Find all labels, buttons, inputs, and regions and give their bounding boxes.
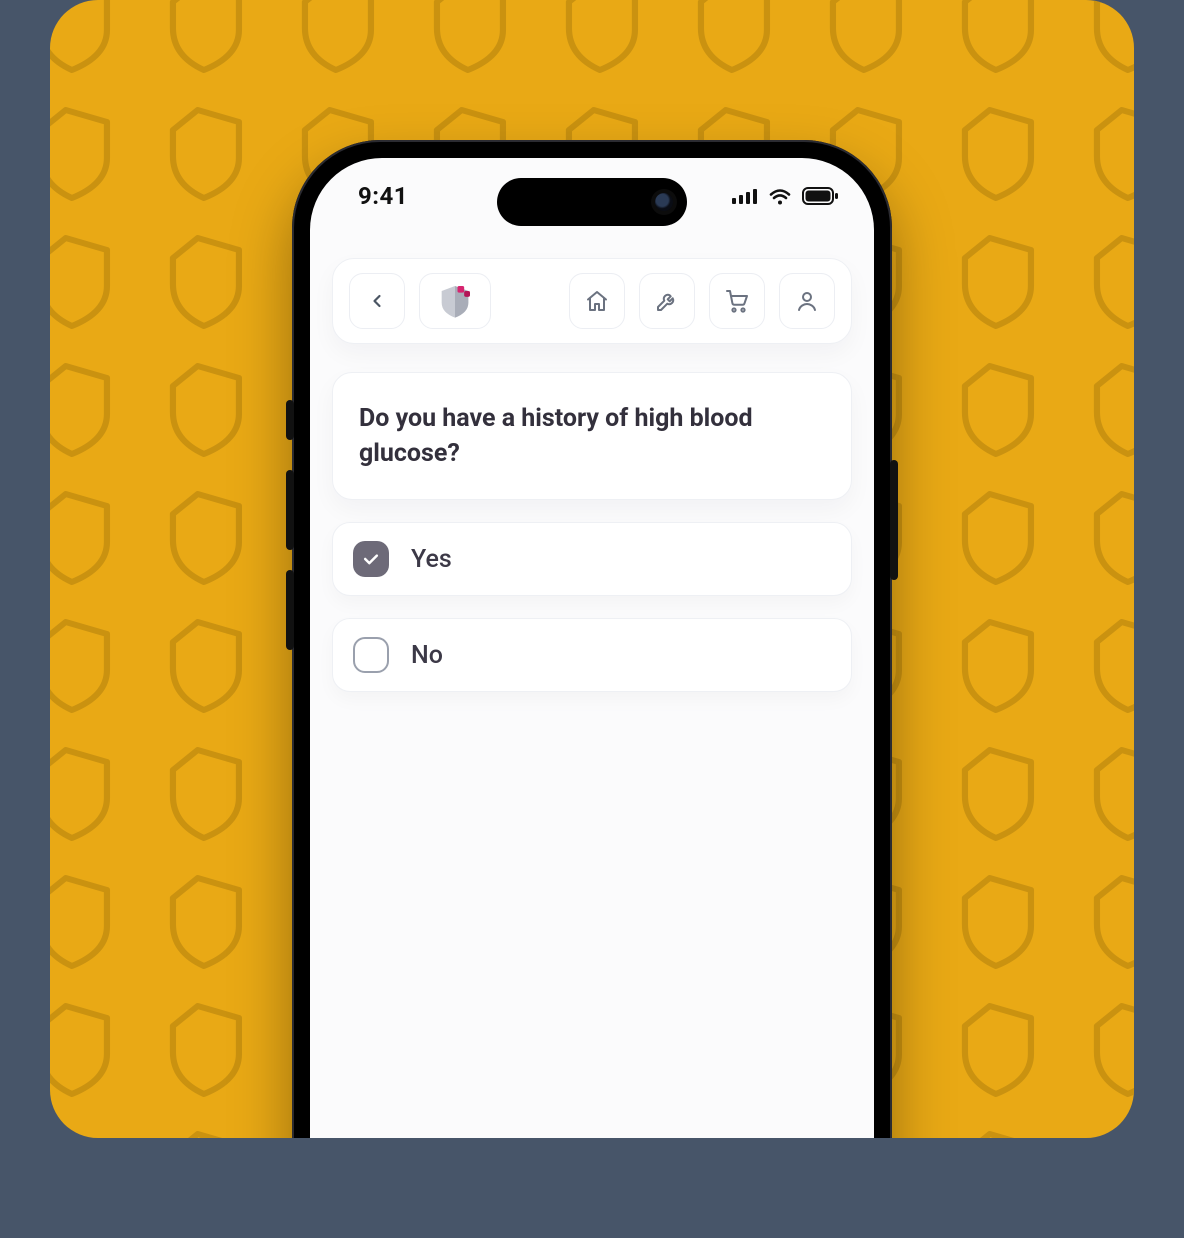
status-icons <box>732 187 838 205</box>
phone-side-button <box>286 400 294 440</box>
home-button[interactable] <box>569 273 625 329</box>
app-content: Do you have a history of high blood gluc… <box>310 258 874 1138</box>
chevron-left-icon <box>367 291 387 311</box>
option-yes[interactable]: Yes <box>332 522 852 596</box>
phone-side-button <box>286 470 294 550</box>
dynamic-island <box>497 178 687 226</box>
check-icon <box>361 549 381 569</box>
cellular-icon <box>732 188 758 204</box>
shield-logo-icon <box>435 281 475 321</box>
wifi-icon <box>768 187 792 205</box>
user-icon <box>795 289 819 313</box>
phone-side-button <box>286 570 294 650</box>
phone-side-button <box>890 460 898 580</box>
cart-icon <box>725 289 749 313</box>
cart-button[interactable] <box>709 273 765 329</box>
option-no[interactable]: No <box>332 618 852 692</box>
checkbox-checked-icon <box>353 541 389 577</box>
status-time: 9:41 <box>358 182 408 210</box>
top-nav <box>332 258 852 344</box>
tools-icon <box>655 289 679 313</box>
battery-icon <box>802 187 838 205</box>
phone-screen: 9:41 <box>310 158 874 1138</box>
profile-button[interactable] <box>779 273 835 329</box>
option-label: No <box>411 641 443 670</box>
question-text: Do you have a history of high blood gluc… <box>359 401 825 471</box>
front-camera <box>655 193 673 211</box>
option-label: Yes <box>411 545 452 574</box>
back-button[interactable] <box>349 273 405 329</box>
checkbox-unchecked-icon <box>353 637 389 673</box>
promo-stage: 9:41 <box>50 0 1134 1138</box>
brand-logo-button[interactable] <box>419 273 491 329</box>
phone-frame: 9:41 <box>292 140 892 1138</box>
tools-button[interactable] <box>639 273 695 329</box>
home-icon <box>585 289 609 313</box>
question-card: Do you have a history of high blood gluc… <box>332 372 852 500</box>
